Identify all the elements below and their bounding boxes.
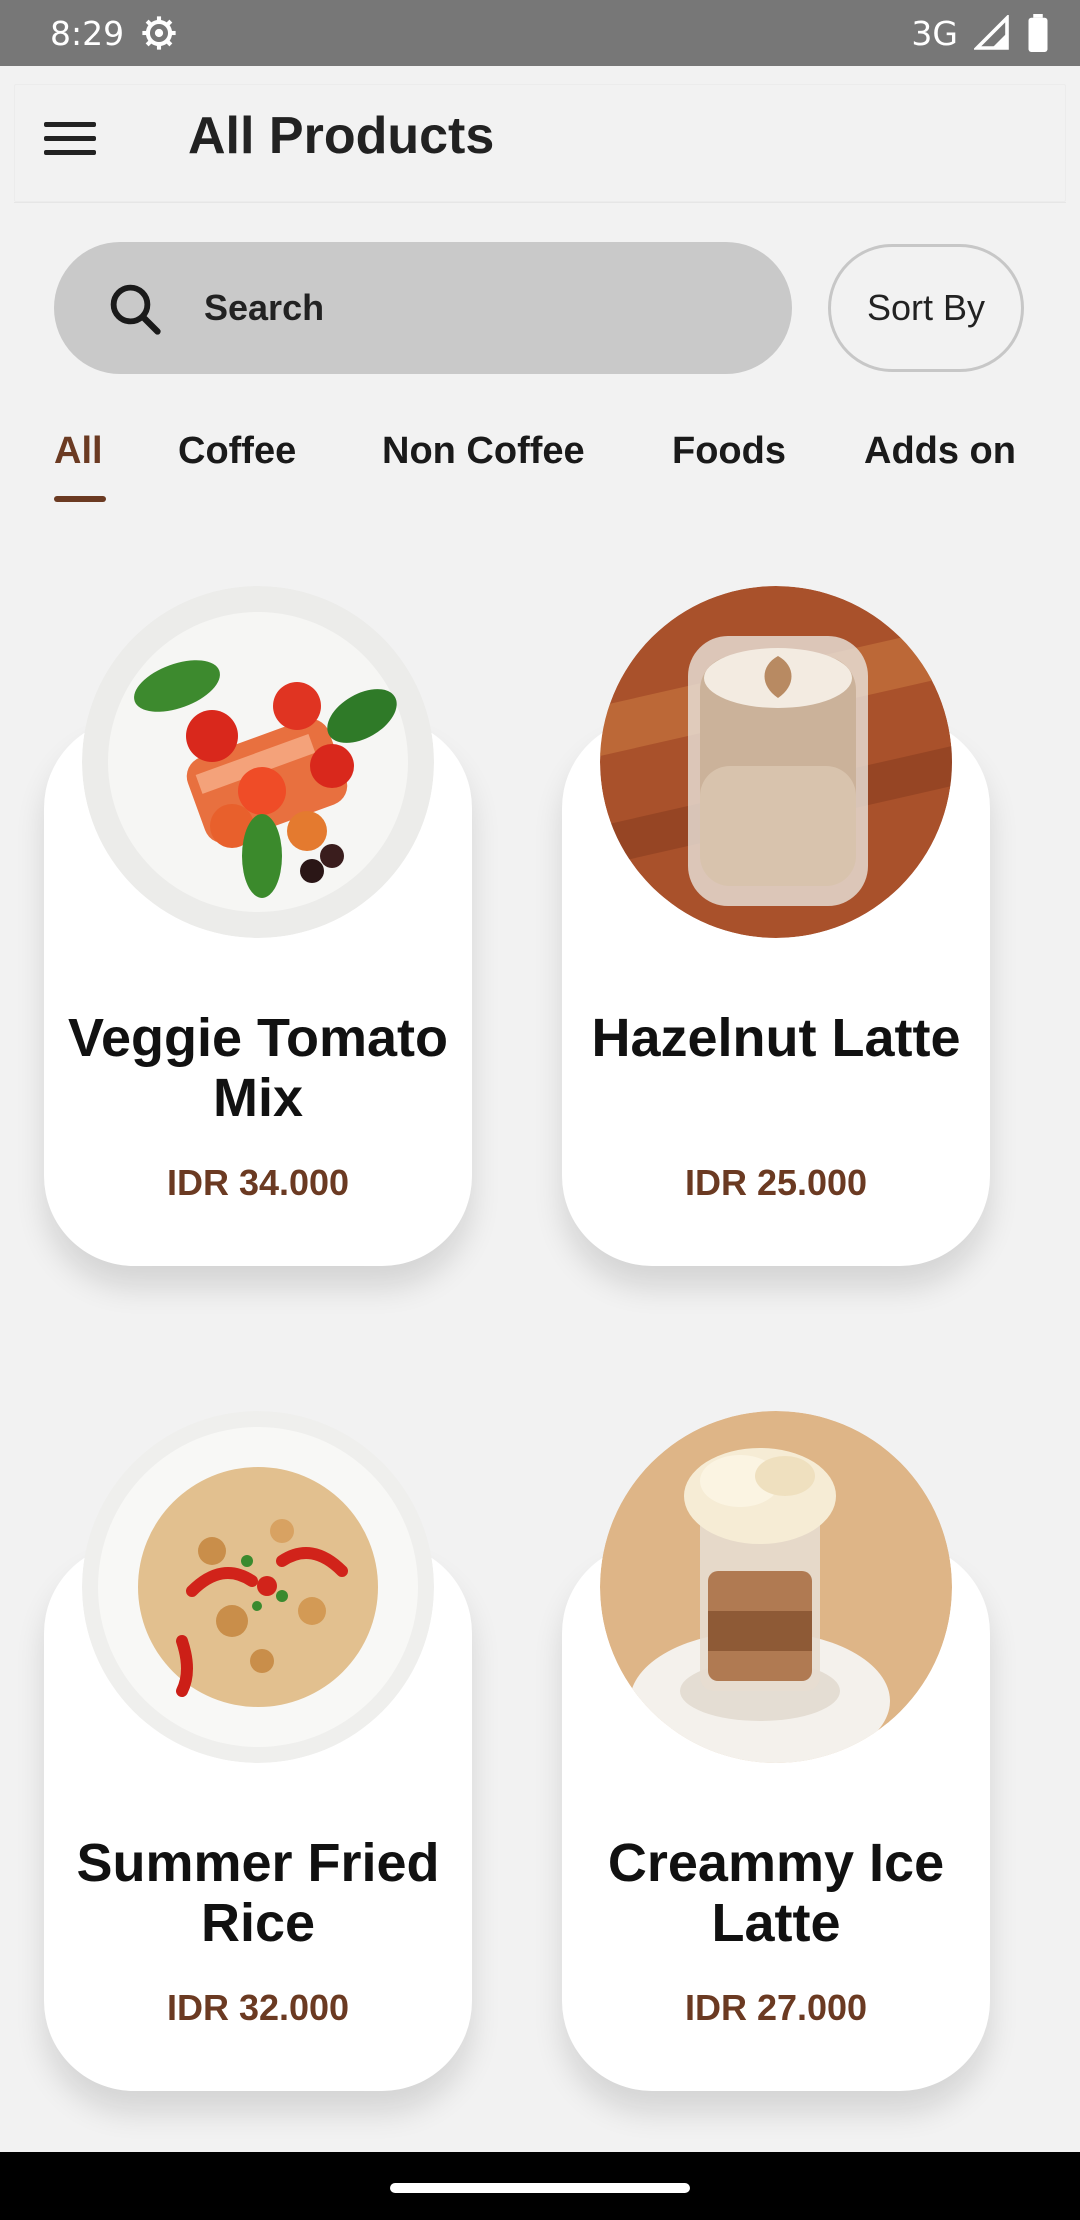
product-price: IDR 34.000	[166, 1162, 350, 1203]
product-name: Summer Fried Rice	[76, 1833, 440, 1953]
search-icon	[110, 284, 161, 335]
latte-image	[600, 586, 952, 938]
tab-adds-on[interactable]: Adds on	[864, 430, 1016, 473]
product-name: Creammy Ice Latte	[607, 1833, 945, 1953]
signal-icon	[974, 15, 1009, 50]
product-price: IDR 27.000	[684, 1987, 868, 2028]
tab-coffee[interactable]: Coffee	[178, 430, 296, 473]
status-bar: 8:29 3G	[0, 0, 1080, 66]
ice-latte-image	[600, 1411, 952, 1763]
tab-all[interactable]: All	[54, 430, 103, 473]
page-title: All Products	[188, 107, 495, 165]
app-bar: All Products	[14, 84, 1066, 202]
status-time: 8:29	[50, 13, 125, 53]
product-price: IDR 25.000	[684, 1162, 868, 1203]
settings-gear-icon	[142, 16, 176, 50]
fried-rice-image	[82, 1411, 434, 1763]
search-input[interactable]	[204, 272, 744, 344]
search-box[interactable]	[54, 242, 792, 374]
tab-non-coffee[interactable]: Non Coffee	[382, 430, 585, 473]
product-name: Veggie Tomato Mix	[67, 1008, 449, 1128]
tab-foods[interactable]: Foods	[672, 430, 786, 473]
product-price: IDR 32.000	[166, 1987, 350, 2028]
salmon-salad-image	[82, 586, 434, 938]
product-name: Hazelnut Latte	[591, 1008, 961, 1068]
category-tabs: All Coffee Non Coffee Foods Adds on	[0, 430, 1080, 510]
battery-icon	[1028, 14, 1048, 52]
sort-by-button[interactable]: Sort By	[828, 244, 1024, 372]
active-tab-indicator	[54, 496, 106, 502]
menu-icon[interactable]	[44, 122, 96, 162]
home-indicator[interactable]	[390, 2183, 690, 2193]
network-type: 3G	[911, 13, 958, 53]
